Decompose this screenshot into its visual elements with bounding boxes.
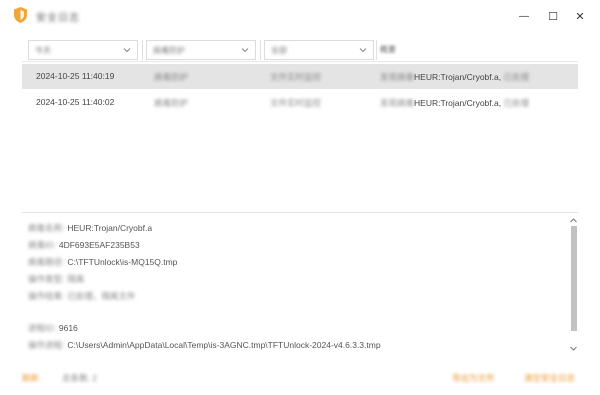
detail-value: 4DF693E5AF235B53 [58, 240, 140, 250]
summary-suffix: 已处理 [503, 98, 529, 108]
shield-icon [14, 7, 27, 23]
summary-column-header: 概要 [380, 45, 396, 54]
time-range-value: 今天 [35, 45, 51, 55]
detail-value: 隔离 [67, 274, 85, 284]
detail-value: 9616 [58, 323, 78, 333]
minimize-button[interactable]: — [516, 8, 532, 24]
summary-prefix: 发现病毒 [380, 72, 415, 82]
records-value: 2 [92, 373, 97, 383]
detail-value: C:\Users\Admin\AppData\Local\Temp\is-3AG… [67, 340, 381, 350]
row-category: 病毒防护 [154, 98, 189, 108]
maximize-icon: ☐ [548, 10, 558, 23]
detail-label: 操作结果: [28, 291, 65, 301]
detail-virus-name: 病毒名称: HEUR:Trojan/Cryobf.a [28, 222, 152, 234]
close-button[interactable]: ✕ [572, 8, 588, 24]
close-icon: ✕ [575, 10, 585, 23]
detail-hash: 病毒ID: 4DF693E5AF235B53 [28, 239, 140, 251]
chevron-up-icon [570, 217, 577, 222]
maximize-button[interactable]: ☐ [545, 8, 561, 24]
scroll-up-button[interactable] [569, 216, 578, 224]
footer-bar: 刷新 总条数: 2 导出为文件 清空安全日志 [0, 364, 600, 395]
details-scrollbar[interactable] [569, 216, 578, 356]
row-source: 文件实时监控 [270, 98, 322, 108]
result-value: 全部 [271, 45, 287, 55]
summary-virus: HEUR:Trojan/Cryobf.a, [414, 98, 502, 108]
row-source: 文件实时监控 [270, 72, 322, 82]
row-category: 病毒防护 [154, 72, 189, 82]
detail-label: 病毒路径: [28, 257, 65, 267]
chevron-down-icon [123, 48, 131, 53]
detail-result: 操作结果: 已处理，隔离文件 [28, 290, 135, 302]
detail-operation: 操作类型: 隔离 [28, 273, 84, 285]
title-bar: 安全日志 — ☐ ✕ [0, 0, 600, 32]
result-dropdown[interactable]: 全部 [264, 40, 374, 60]
category-value: 病毒防护 [153, 45, 185, 55]
row-time: 2024-10-25 11:40:02 [36, 97, 115, 107]
detail-label: 操作进程: [28, 340, 65, 350]
refresh-link[interactable]: 刷新 [22, 372, 39, 384]
panel-divider [22, 212, 578, 213]
chevron-down-icon [359, 48, 367, 53]
detail-label: 进程ID: [28, 323, 56, 333]
clear-log-button[interactable]: 清空安全日志 [524, 372, 575, 384]
column-separator [376, 40, 377, 60]
detail-value: HEUR:Trojan/Cryobf.a [67, 223, 153, 233]
category-dropdown[interactable]: 病毒防护 [146, 40, 256, 60]
filter-bar: 今天 病毒防护 全部 概要 [22, 38, 578, 62]
detail-value: 已处理，隔离文件 [67, 291, 136, 301]
column-separator [142, 40, 143, 60]
detail-path: 病毒路径: C:\TFTUnlock\is-MQ15Q.tmp [28, 256, 177, 268]
row-time: 2024-10-25 11:40:19 [36, 71, 115, 81]
window-title: 安全日志 [36, 13, 80, 24]
detail-label: 操作类型: [28, 274, 65, 284]
row-summary: 发现病毒HEUR:Trojan/Cryobf.a, 已处理 [380, 97, 529, 109]
detail-process: 操作进程: C:\Users\Admin\AppData\Local\Temp\i… [28, 339, 381, 351]
log-table: 2024-10-25 11:40:19 病毒防护 文件实时监控 发现病毒HEUR… [22, 64, 578, 210]
scroll-thumb[interactable] [571, 226, 577, 331]
scroll-down-button[interactable] [569, 344, 578, 352]
records-count: 总条数: 2 [62, 372, 97, 384]
export-button[interactable]: 导出为文件 [452, 372, 495, 384]
summary-prefix: 发现病毒 [380, 98, 415, 108]
chevron-down-icon [241, 48, 249, 53]
row-summary: 发现病毒HEUR:Trojan/Cryobf.a, 已处理 [380, 71, 529, 83]
table-row[interactable]: 2024-10-25 11:40:02 病毒防护 文件实时监控 发现病毒HEUR… [22, 90, 578, 115]
summary-virus: HEUR:Trojan/Cryobf.a, [414, 72, 502, 82]
detail-label: 病毒名称: [28, 223, 65, 233]
column-separator [260, 40, 261, 60]
records-label: 总条数: [62, 373, 90, 383]
details-panel: 病毒名称: HEUR:Trojan/Cryobf.a 病毒ID: 4DF693E5A… [22, 216, 570, 360]
minimize-icon: — [519, 10, 529, 22]
detail-pid: 进程ID: 9616 [28, 322, 78, 334]
detail-value: C:\TFTUnlock\is-MQ15Q.tmp [67, 257, 178, 267]
time-range-dropdown[interactable]: 今天 [28, 40, 138, 60]
detail-label: 病毒ID: [28, 240, 56, 250]
chevron-down-icon [570, 346, 577, 351]
table-row[interactable]: 2024-10-25 11:40:19 病毒防护 文件实时监控 发现病毒HEUR… [22, 64, 578, 89]
summary-suffix: 已处理 [503, 72, 529, 82]
